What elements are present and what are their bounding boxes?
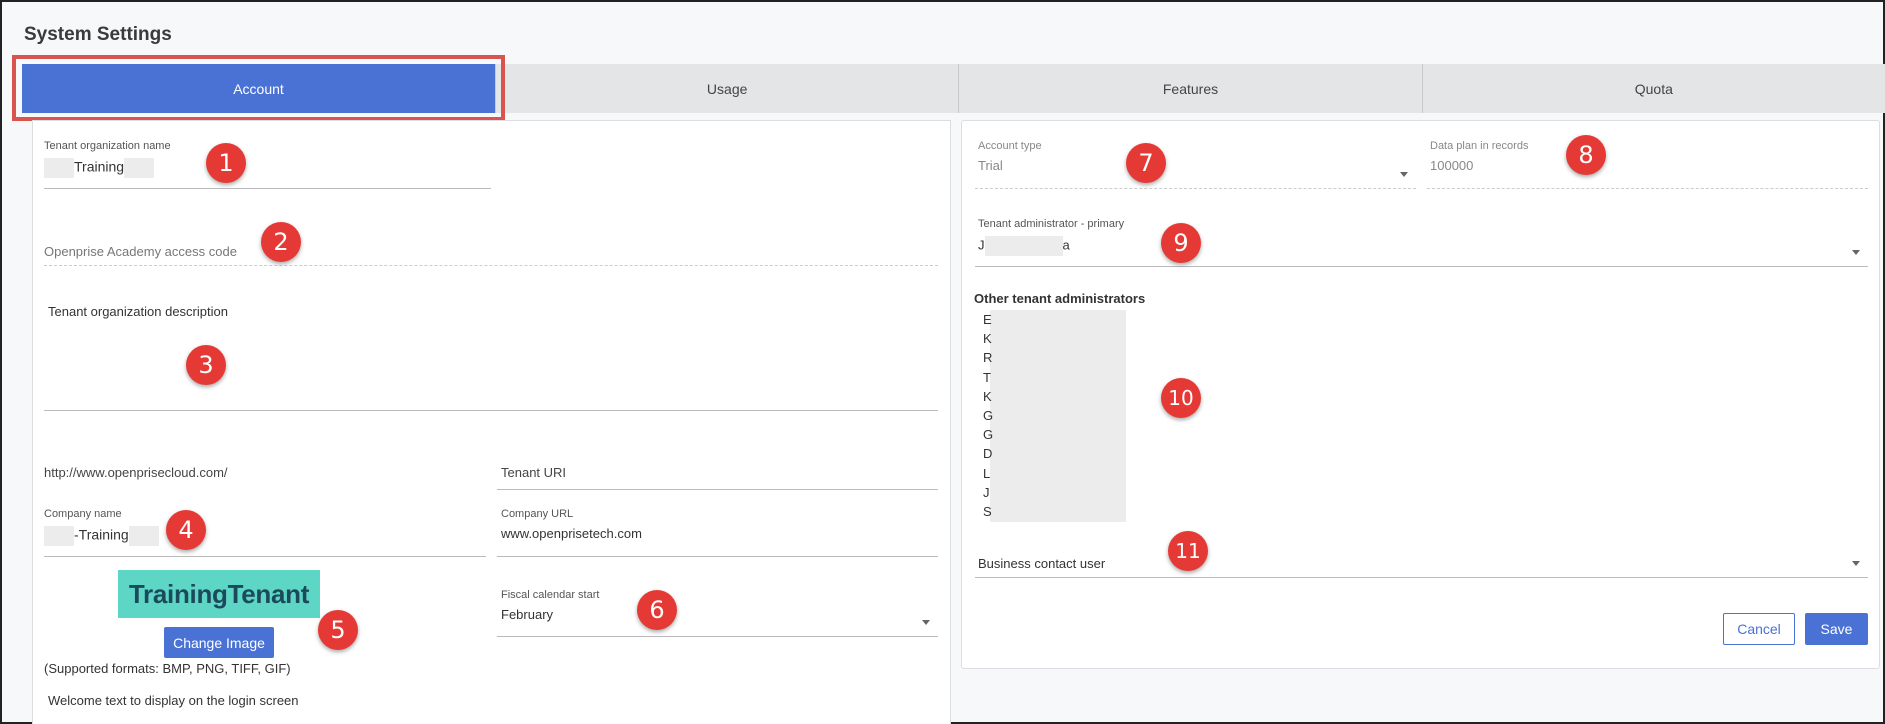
data-plan-field: Data plan in records 100000 — [1427, 140, 1868, 189]
chevron-down-icon[interactable] — [1852, 561, 1860, 566]
list-item[interactable]: T — [983, 368, 993, 387]
field-underline — [44, 265, 938, 266]
list-item[interactable]: E — [983, 310, 993, 329]
tenant-logo-image: TrainingTenant — [118, 570, 320, 618]
field-underline — [497, 636, 938, 637]
callout-badge-8: 8 — [1566, 135, 1606, 175]
change-image-button[interactable]: Change Image — [164, 627, 274, 658]
fiscal-calendar-value: February — [501, 607, 554, 622]
primary-admin-value: Ja — [978, 236, 1868, 256]
org-description-textarea[interactable]: Tenant organization description — [44, 304, 938, 411]
list-item[interactable]: S — [983, 502, 993, 521]
company-name-field[interactable]: Company name -Training — [44, 508, 486, 557]
callout-badge-3: 3 — [186, 345, 226, 385]
business-contact-select[interactable]: Business contact user — [975, 542, 1868, 578]
company-url-label: Company URL — [501, 508, 574, 520]
field-underline — [497, 489, 938, 490]
callout-badge-1: 1 — [206, 143, 246, 183]
other-admins-list: E K R T K G G D L J S — [983, 310, 993, 521]
cancel-button[interactable]: Cancel — [1723, 613, 1795, 645]
tenant-org-name-value: Training — [44, 158, 491, 178]
chevron-down-icon[interactable] — [922, 620, 930, 625]
list-item[interactable]: G — [983, 406, 993, 425]
redacted-block — [44, 526, 74, 546]
fiscal-calendar-label: Fiscal calendar start — [501, 589, 600, 601]
welcome-text-label: Welcome text to display on the login scr… — [48, 693, 299, 708]
tenant-org-name-label: Tenant organization name — [44, 140, 171, 152]
data-plan-label: Data plan in records — [1430, 140, 1529, 152]
tab-usage[interactable]: Usage — [496, 64, 960, 113]
redacted-block — [44, 158, 74, 178]
callout-badge-6: 6 — [637, 590, 677, 630]
org-description-label: Tenant organization description — [48, 304, 228, 319]
callout-badge-2: 2 — [261, 222, 301, 262]
company-url-field[interactable]: Company URL www.openprisetech.com — [497, 508, 938, 557]
redacted-block — [124, 158, 155, 178]
window-frame: System Settings Account Usage Features Q… — [0, 0, 1885, 724]
field-underline — [44, 188, 491, 189]
academy-code-placeholder: Openprise Academy access code — [44, 244, 237, 259]
data-plan-value: 100000 — [1430, 158, 1474, 173]
tenant-uri-input[interactable]: Tenant URI — [497, 456, 938, 490]
settings-tabs: Account Usage Features Quota — [22, 64, 1885, 113]
callout-badge-5: 5 — [318, 610, 358, 650]
field-underline — [975, 577, 1868, 578]
tenant-uri-prefix: http://www.openprisecloud.com/ — [44, 465, 228, 480]
list-item[interactable]: D — [983, 444, 993, 463]
field-underline — [44, 556, 486, 557]
field-underline — [1427, 188, 1868, 189]
primary-admin-text-end: a — [1062, 237, 1070, 253]
list-item[interactable]: R — [983, 348, 993, 367]
fiscal-calendar-select[interactable]: Fiscal calendar start February — [497, 589, 938, 637]
field-underline — [975, 188, 1416, 189]
primary-admin-label: Tenant administrator - primary — [978, 218, 1125, 230]
save-button[interactable]: Save — [1805, 613, 1868, 645]
tab-features[interactable]: Features — [959, 64, 1423, 113]
field-underline — [497, 556, 938, 557]
list-item[interactable]: G — [983, 425, 993, 444]
primary-admin-select[interactable]: Tenant administrator - primary Ja — [975, 218, 1868, 267]
chevron-down-icon[interactable] — [1400, 172, 1408, 177]
tenant-org-name-text: Training — [74, 158, 125, 175]
callout-badge-7: 7 — [1126, 143, 1166, 183]
account-type-label: Account type — [978, 140, 1042, 152]
tenant-org-name-field[interactable]: Tenant organization name Training — [44, 140, 491, 189]
list-item[interactable]: K — [983, 387, 993, 406]
page-title: System Settings — [24, 24, 172, 45]
company-name-text: -Training — [74, 526, 129, 543]
company-name-value: -Training — [44, 526, 486, 546]
redacted-block — [128, 526, 159, 546]
callout-badge-11: 11 — [1168, 531, 1208, 571]
other-admins-label: Other tenant administrators — [974, 291, 1146, 306]
list-item[interactable]: K — [983, 329, 993, 348]
tenant-uri-placeholder: Tenant URI — [501, 465, 567, 480]
redacted-block — [990, 310, 1126, 522]
callout-badge-9: 9 — [1161, 223, 1201, 263]
chevron-down-icon[interactable] — [1852, 250, 1860, 255]
company-name-label: Company name — [44, 508, 122, 520]
business-contact-placeholder: Business contact user — [978, 556, 1106, 571]
list-item[interactable]: J — [983, 483, 993, 502]
account-type-select[interactable]: Account type Trial — [975, 140, 1416, 189]
tab-account[interactable]: Account — [22, 64, 496, 113]
redacted-block — [984, 236, 1063, 256]
list-item[interactable]: L — [983, 464, 993, 483]
supported-formats-note: (Supported formats: BMP, PNG, TIFF, GIF) — [44, 661, 291, 676]
tab-quota[interactable]: Quota — [1423, 64, 1885, 113]
field-underline — [44, 410, 938, 411]
academy-code-input[interactable]: Openprise Academy access code — [44, 228, 938, 266]
company-url-value: www.openprisetech.com — [501, 526, 642, 541]
account-type-value: Trial — [978, 158, 1003, 173]
callout-badge-10: 10 — [1161, 378, 1201, 418]
field-underline — [975, 266, 1868, 267]
callout-badge-4: 4 — [166, 510, 206, 550]
